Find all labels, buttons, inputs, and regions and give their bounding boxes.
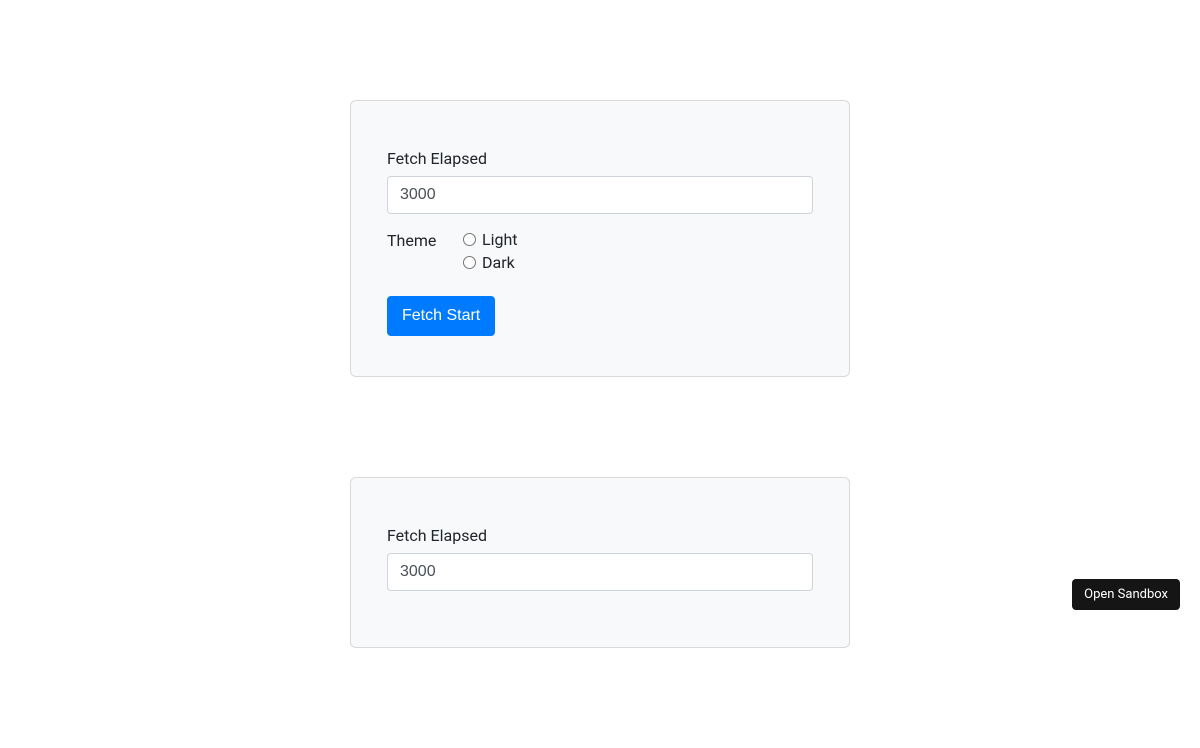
theme-radio-light[interactable]: Light (463, 230, 518, 249)
theme-radio-dark[interactable]: Dark (463, 253, 518, 272)
page-wrapper: Fetch Elapsed Theme Light Dark Fetch Sta… (0, 0, 1200, 748)
fetch-elapsed-group: Fetch Elapsed (387, 149, 813, 214)
theme-radio-dark-input[interactable] (463, 256, 476, 269)
form-card: Fetch Elapsed (350, 477, 850, 648)
fetch-elapsed-label: Fetch Elapsed (387, 526, 813, 545)
fetch-elapsed-label: Fetch Elapsed (387, 149, 813, 168)
fetch-elapsed-input[interactable] (387, 553, 813, 591)
theme-radio-light-input[interactable] (463, 233, 476, 246)
form-card: Fetch Elapsed Theme Light Dark Fetch Sta… (350, 100, 850, 377)
theme-radio-light-label: Light (482, 230, 518, 249)
theme-label: Theme (387, 230, 463, 250)
theme-group: Theme Light Dark (387, 230, 813, 272)
fetch-elapsed-group: Fetch Elapsed (387, 526, 813, 591)
fetch-elapsed-input[interactable] (387, 176, 813, 214)
fetch-start-button[interactable]: Fetch Start (387, 296, 495, 336)
theme-radio-dark-label: Dark (482, 253, 515, 272)
theme-radio-group: Light Dark (463, 230, 518, 272)
open-sandbox-button[interactable]: Open Sandbox (1072, 579, 1180, 610)
